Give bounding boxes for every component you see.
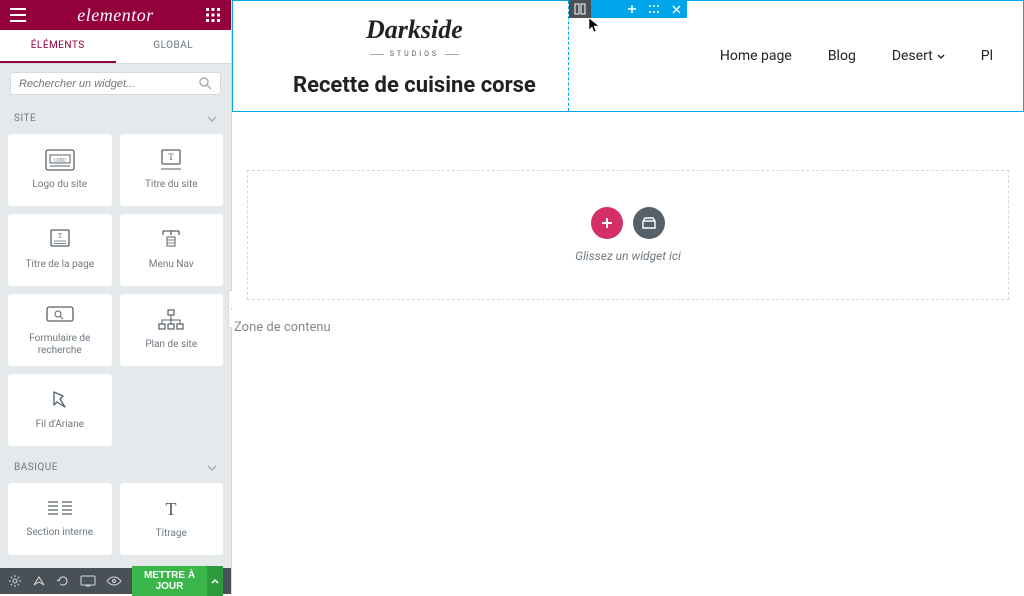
widget-page-title[interactable]: T Titre de la page (8, 214, 112, 286)
heading-icon: T (159, 498, 183, 520)
add-template-button[interactable] (633, 207, 665, 239)
breadcrumb-icon (46, 389, 74, 411)
logo-icon: LOGO (45, 149, 75, 171)
search-input[interactable] (19, 78, 199, 90)
update-label: METTRE À JOUR (140, 570, 199, 592)
responsive-icon[interactable] (80, 575, 96, 587)
category-basique-widgets: Section interne T Titrage (0, 483, 231, 555)
update-button[interactable]: METTRE À JOUR (132, 566, 223, 596)
svg-text:T: T (169, 152, 175, 162)
category-site-widgets: LOGO Logo du site T Titre du site T Titr… (0, 134, 231, 446)
header-section[interactable]: Darkside STUDIOS Recette de cuisine cors… (232, 0, 1024, 112)
close-section-icon[interactable] (665, 0, 687, 18)
sitemap-icon (157, 309, 185, 331)
widget-sitemap[interactable]: Plan de site (120, 294, 224, 366)
editor-canvas: Darkside STUDIOS Recette de cuisine cors… (232, 0, 1024, 594)
panel-tabs: ÉLÉMENTS GLOBAL (0, 30, 231, 64)
tab-global[interactable]: GLOBAL (116, 30, 232, 63)
caret-down-icon (937, 54, 945, 59)
site-title-icon: T (157, 149, 185, 171)
category-site-header[interactable]: SITE (0, 103, 231, 134)
elementor-logo: elementor (77, 5, 153, 26)
header-nav: Home page Blog Desert Pl (720, 48, 993, 64)
hamburger-icon[interactable] (8, 5, 28, 25)
column-edit-icon[interactable] (569, 0, 591, 18)
widget-site-title[interactable]: T Titre du site (120, 134, 224, 206)
page-title-icon: T (46, 229, 74, 251)
history-icon[interactable] (56, 574, 70, 588)
svg-text:T: T (58, 232, 63, 240)
add-section-button[interactable] (591, 207, 623, 239)
site-logo-text: Darkside (293, 15, 536, 45)
panel-header: elementor (0, 0, 231, 30)
chevron-down-icon (207, 116, 217, 122)
svg-text:LOGO: LOGO (54, 158, 66, 164)
content-zone-label: Zone de contenu (234, 320, 1024, 335)
widget-nav-menu[interactable]: Menu Nav (120, 214, 224, 286)
header-left-column: Darkside STUDIOS Recette de cuisine cors… (293, 15, 536, 98)
tab-elements[interactable]: ÉLÉMENTS (0, 30, 116, 63)
widget-breadcrumb[interactable]: Fil d'Ariane (8, 374, 112, 446)
mouse-cursor (588, 17, 600, 33)
widget-search-form[interactable]: Formulaire de recherche (8, 294, 112, 366)
section-handle (569, 0, 687, 18)
nav-menu-icon (157, 229, 185, 251)
panel-footer: METTRE À JOUR (0, 568, 231, 594)
drag-section-icon[interactable] (643, 0, 665, 18)
category-basique-label: BASIQUE (14, 462, 58, 473)
page-title: Recette de cuisine corse (293, 73, 536, 98)
empty-section-dropzone[interactable]: Glissez un widget ici (247, 170, 1009, 300)
site-logo-subtitle: STUDIOS (370, 50, 459, 58)
add-section-icon[interactable] (621, 0, 643, 18)
caret-up-icon[interactable] (207, 566, 223, 596)
widget-search[interactable] (10, 72, 221, 95)
search-icon (199, 77, 212, 90)
chevron-down-icon (207, 465, 217, 471)
settings-icon[interactable] (8, 574, 22, 588)
columns-icon (46, 499, 74, 519)
svg-text:T: T (166, 499, 177, 519)
widget-site-logo[interactable]: LOGO Logo du site (8, 134, 112, 206)
preview-icon[interactable] (106, 576, 122, 586)
category-site-label: SITE (14, 113, 36, 124)
dropzone-hint: Glissez un widget ici (575, 249, 681, 263)
nav-item-truncated[interactable]: Pl (981, 48, 993, 64)
nav-item-blog[interactable]: Blog (828, 48, 856, 64)
apps-grid-icon[interactable] (203, 5, 223, 25)
navigator-icon[interactable] (32, 574, 46, 588)
category-basique-header[interactable]: BASIQUE (0, 452, 231, 483)
widget-inner-section[interactable]: Section interne (8, 483, 112, 555)
widget-heading[interactable]: T Titrage (120, 483, 224, 555)
search-form-icon (45, 303, 75, 325)
nav-item-home[interactable]: Home page (720, 48, 792, 64)
elementor-panel: elementor ÉLÉMENTS GLOBAL SITE LOGO (0, 0, 232, 594)
nav-item-desert[interactable]: Desert (892, 48, 945, 64)
